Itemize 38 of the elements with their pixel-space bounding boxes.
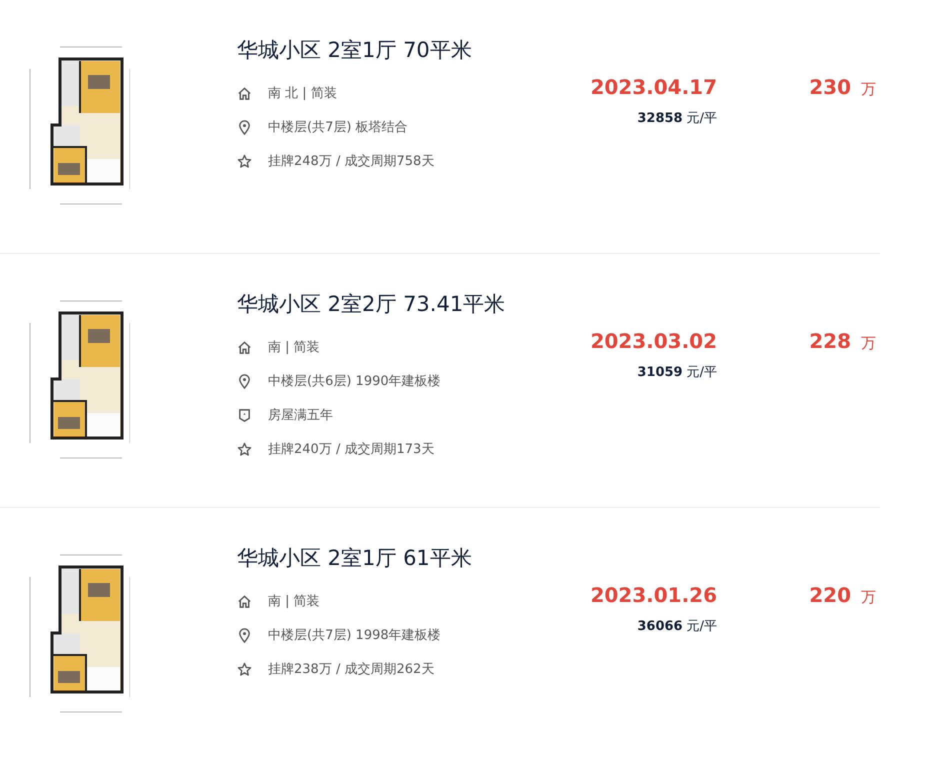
deal-date: 2023.03.02 [590, 329, 717, 353]
listing-info: 中楼层(共6层) 1990年建板楼 [268, 373, 441, 390]
listing-info: 房屋满五年 [268, 407, 333, 424]
total-price: 220 [809, 583, 851, 607]
listing-info: 挂牌238万 / 成交周期262天 [268, 661, 434, 678]
listing-info: 中楼层(共7层) 板塔结合 [268, 119, 408, 136]
location-pin-icon [237, 120, 252, 134]
total-price-unit: 万 [861, 334, 876, 353]
unit-price-unit: 元/平 [686, 364, 717, 381]
location-pin-icon [237, 374, 252, 388]
unit-price-unit: 元/平 [686, 110, 717, 127]
house-icon [237, 340, 252, 354]
house-icon [237, 594, 252, 608]
listing-info: 挂牌240万 / 成交周期173天 [268, 441, 434, 458]
listing-title[interactable]: 华城小区 2室2厅 73.41平米 [237, 290, 577, 318]
listing-info: 南 | 简装 [268, 593, 320, 610]
total-price: 230 [809, 75, 851, 99]
listing-info: 南 | 简装 [268, 339, 320, 356]
listing-info: 挂牌248万 / 成交周期758天 [268, 153, 434, 170]
unit-price-unit: 元/平 [686, 618, 717, 635]
deal-date: 2023.04.17 [590, 75, 717, 99]
deal-date: 2023.01.26 [590, 583, 717, 607]
listing-info: 中楼层(共7层) 1998年建板楼 [268, 627, 441, 644]
listing-title[interactable]: 华城小区 2室1厅 61平米 [237, 544, 577, 572]
unit-price: 36066 [637, 619, 683, 634]
shield-icon [237, 408, 252, 422]
total-price-unit: 万 [861, 80, 876, 99]
listing-info: 南 北 | 简装 [268, 85, 337, 102]
star-icon [237, 442, 252, 456]
location-pin-icon [237, 628, 252, 642]
total-price-unit: 万 [861, 588, 876, 607]
unit-price: 31059 [637, 365, 683, 380]
star-icon [237, 662, 252, 676]
unit-price: 32858 [637, 111, 683, 126]
house-icon [237, 86, 252, 100]
total-price: 228 [809, 329, 851, 353]
listing-title[interactable]: 华城小区 2室1厅 70平米 [237, 36, 577, 64]
star-icon [237, 154, 252, 168]
